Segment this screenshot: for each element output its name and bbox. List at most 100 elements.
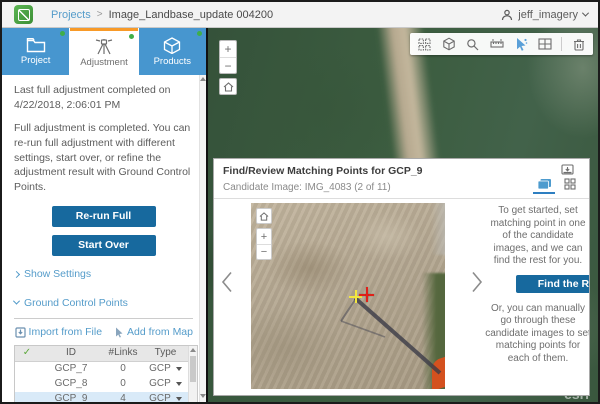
- import-from-file-label: Import from File: [29, 325, 103, 340]
- chevron-down-icon: [582, 10, 589, 17]
- gcp-id: GCP_7: [39, 362, 103, 376]
- measure-icon[interactable]: [489, 37, 504, 52]
- tab-label: Adjustment: [80, 57, 128, 68]
- scroll-thumb[interactable]: [190, 356, 196, 382]
- adjustment-panel-body: Last full adjustment completed on 4/22/2…: [2, 75, 199, 402]
- tab-products[interactable]: Products: [139, 28, 206, 75]
- matching-points-panel: Find/Review Matching Points for GCP_9 Ca…: [213, 158, 590, 396]
- status-dot: [60, 31, 65, 36]
- col-id: ID: [39, 346, 103, 360]
- map-zoom-control: + −: [219, 40, 237, 74]
- table-row[interactable]: GCP_8 0 GCP: [15, 377, 188, 392]
- gcp-actions-row: Import from File Add from Map: [14, 325, 193, 340]
- viewer-zoom-in-button[interactable]: +: [257, 229, 271, 244]
- viewer-zoom-control: + −: [256, 228, 272, 260]
- gcp-type: GCP: [149, 392, 171, 402]
- layers-hexagon-icon[interactable]: [441, 37, 456, 52]
- breadcrumb-projects-link[interactable]: Projects: [51, 9, 91, 21]
- toolbar-divider: [561, 37, 562, 51]
- map-cursor-icon: [114, 327, 124, 338]
- app-logo-icon: [14, 5, 33, 24]
- tripod-adjustment-icon: [94, 38, 114, 55]
- table-scrollbar[interactable]: [188, 346, 197, 402]
- find-the-rest-button[interactable]: Find the Rest: [516, 275, 590, 293]
- gcp-links: 4: [103, 392, 143, 402]
- gcp-projected-marker[interactable]: [359, 287, 374, 302]
- check-icon: ✓: [15, 346, 39, 360]
- user-menu[interactable]: jeff_imagery: [501, 9, 588, 21]
- show-settings-toggle[interactable]: Show Settings: [14, 267, 193, 282]
- start-over-button[interactable]: Start Over: [52, 235, 156, 256]
- select-gcp-cursor-icon[interactable]: [513, 37, 528, 52]
- user-icon: [501, 9, 513, 21]
- tab-project[interactable]: Project: [2, 28, 69, 75]
- status-dot: [129, 34, 134, 39]
- project-title: Image_Landbase_update 004200: [109, 9, 274, 21]
- viewer-home-button[interactable]: [256, 208, 272, 224]
- candidate-image-viewer[interactable]: + −: [251, 203, 445, 389]
- status-dot: [197, 31, 202, 36]
- gcp-links: 0: [103, 362, 143, 376]
- show-settings-label: Show Settings: [24, 267, 91, 282]
- panel-scrollbar[interactable]: [199, 75, 206, 402]
- candidate-image-label: Candidate Image: IMG_4083 (2 of 11): [223, 182, 391, 193]
- divider: [214, 198, 589, 199]
- add-from-map-label: Add from Map: [127, 325, 193, 340]
- view-toggle-group: [533, 175, 581, 194]
- folder-icon: [26, 37, 46, 53]
- type-dropdown-icon[interactable]: [176, 397, 182, 401]
- gcp-id: GCP_9: [39, 392, 103, 402]
- chevron-right-icon: [13, 271, 20, 278]
- next-candidate-button[interactable]: [471, 271, 483, 296]
- instruction-secondary: Or, you can manually go through these ca…: [485, 303, 590, 366]
- panel-title: Find/Review Matching Points for GCP_9: [223, 165, 423, 177]
- rerun-full-button[interactable]: Re-run Full: [52, 206, 156, 227]
- pole-shadow: [251, 203, 445, 389]
- last-adjustment-status: Last full adjustment completed on 4/22/2…: [14, 83, 193, 112]
- add-from-map-link[interactable]: Add from Map: [114, 325, 193, 340]
- tab-adjustment[interactable]: Adjustment: [70, 28, 137, 75]
- tab-bar: Project Adjustment Products: [2, 28, 206, 75]
- delete-trash-icon[interactable]: [571, 37, 586, 52]
- import-from-file-link[interactable]: Import from File: [15, 325, 103, 340]
- table-row-selected[interactable]: GCP_9 4 GCP: [15, 392, 188, 402]
- instructions-column: To get started, set matching point in on…: [485, 205, 590, 365]
- previous-candidate-button[interactable]: [221, 271, 233, 296]
- home-extent-button[interactable]: [219, 78, 237, 95]
- scroll-up-icon[interactable]: [190, 348, 196, 352]
- breadcrumb-separator: >: [97, 9, 103, 20]
- gcp-table-header: ✓ ID #Links Type: [15, 346, 188, 362]
- viewer-zoom-out-button[interactable]: −: [257, 244, 271, 259]
- import-file-icon: [15, 327, 26, 338]
- left-panel: Project Adjustment Products Last full ad…: [2, 28, 206, 402]
- search-icon[interactable]: [465, 37, 480, 52]
- grid-view-button[interactable]: [559, 175, 581, 194]
- candidate-images-grid-icon[interactable]: [417, 37, 432, 52]
- top-bar: Projects > Image_Landbase_update 004200 …: [2, 2, 598, 28]
- zoom-in-button[interactable]: +: [220, 41, 236, 57]
- type-dropdown-icon[interactable]: [176, 367, 182, 371]
- image-extent-icon[interactable]: [537, 37, 552, 52]
- map-toolbar: [410, 33, 593, 55]
- tab-label: Project: [21, 55, 51, 66]
- gcp-table: ✓ ID #Links Type GCP_7 0 GCP GCP_8: [14, 345, 198, 402]
- gcp-section-label: Ground Control Points: [24, 296, 128, 311]
- type-dropdown-icon[interactable]: [176, 382, 182, 386]
- tab-label: Products: [154, 56, 192, 67]
- user-name: jeff_imagery: [518, 9, 578, 21]
- gcp-section-toggle[interactable]: Ground Control Points: [14, 296, 193, 311]
- drone2map-app: Projects > Image_Landbase_update 004200 …: [0, 0, 600, 404]
- cube-icon: [163, 37, 181, 54]
- zoom-out-button[interactable]: −: [220, 57, 236, 73]
- map-view[interactable]: esri + −: [206, 28, 598, 402]
- gcp-type: GCP: [149, 362, 171, 376]
- gcp-id: GCP_8: [39, 377, 103, 391]
- adjustment-description: Full adjustment is completed. You can re…: [14, 121, 193, 194]
- col-type: Type: [143, 346, 188, 360]
- table-row[interactable]: GCP_7 0 GCP: [15, 362, 188, 377]
- instruction-primary: To get started, set matching point in on…: [485, 205, 590, 268]
- home-icon: [259, 212, 269, 221]
- home-icon: [223, 82, 234, 92]
- col-links: #Links: [103, 346, 143, 360]
- single-image-view-button[interactable]: [533, 175, 555, 194]
